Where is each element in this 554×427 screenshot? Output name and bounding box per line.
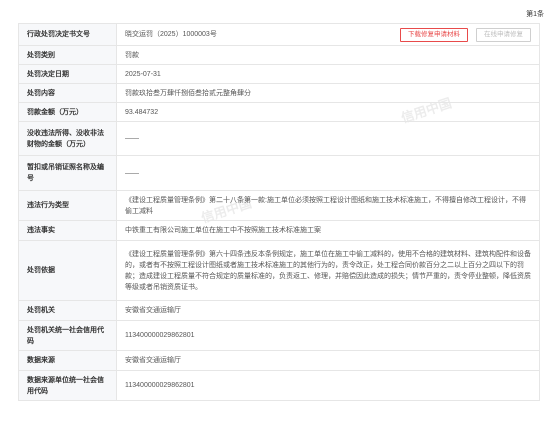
row-label: 处罚决定日期 [18,64,117,84]
table-row: 罚款金额（万元） 93.484732 [18,102,540,122]
row-label: 没收违法所得、没收非法财物的金额（万元） [18,121,117,156]
table-row: 暂扣或吊销证照名称及编号 —— [18,155,540,191]
table-row: 处罚依据 《建设工程质量管理条例》第六十四条违反本条例规定，施工单位在施工中偷工… [18,240,540,301]
table-row: 违法事实 中铁重工有限公司施工单位在施工中不按照施工技术标准施工案 [18,220,540,241]
row-value: 2025-07-31 [116,64,540,84]
table-row: 处罚决定日期 2025-07-31 [18,64,540,84]
decision-number: 晓交运罚（2025）1000003号 [125,31,217,38]
table-row: 没收违法所得、没收非法财物的金额（万元） —— [18,121,540,156]
row-label: 处罚依据 [18,240,117,301]
row-label: 暂扣或吊销证照名称及编号 [18,155,117,191]
table-row: 行政处罚决定书文号 晓交运罚（2025）1000003号 下载修复申请材料 在线… [18,23,540,46]
row-label: 罚款金额（万元） [18,102,117,122]
table-row: 处罚类别 罚款 [18,45,540,65]
row-value: 93.484732 [116,102,540,122]
row-value: 安徽省交通运输厅 [116,350,540,371]
row-value: 中铁重工有限公司施工单位在施工中不按照施工技术标准施工案 [116,220,540,241]
table-row: 违法行为类型 《建设工程质量管理条例》第二十八条第一款:施工单位必须按照工程设计… [18,190,540,221]
row-value: —— [116,155,540,191]
row-value: 113400000029862801 [116,320,540,351]
table-row: 数据来源单位统一社会信用代码 113400000029862801 [18,370,540,401]
row-label: 数据来源单位统一社会信用代码 [18,370,117,401]
row-value: 罚款 [116,45,540,65]
online-repair-apply-button[interactable]: 在线申请修复 [476,27,531,42]
row-value: 罚款玖拾叁万肆仟捌佰叁拾贰元整角肆分 [116,83,540,103]
row-value: 113400000029862801 [116,370,540,401]
table-row: 处罚机关 安徽省交通运输厅 [18,300,540,321]
row-label: 处罚机关统一社会信用代码 [18,320,117,351]
row-value: 安徽省交通运输厅 [116,300,540,321]
row-label: 处罚内容 [18,83,117,103]
row-value: 《建设工程质量管理条例》第二十八条第一款:施工单位必须按照工程设计图纸和施工技术… [116,190,540,221]
row-label: 违法事实 [18,220,117,241]
row-label: 处罚机关 [18,300,117,321]
row-label: 行政处罚决定书文号 [18,23,117,46]
row-value: —— [116,121,540,156]
table-row: 处罚内容 罚款玖拾叁万肆仟捌佰叁拾贰元整角肆分 [18,83,540,103]
row-label: 违法行为类型 [18,190,117,221]
record-counter: 第1条 [526,11,544,18]
row-label: 处罚类别 [18,45,117,65]
table-row: 数据来源 安徽省交通运输厅 [18,350,540,371]
penalty-detail-table: 行政处罚决定书文号 晓交运罚（2025）1000003号 下载修复申请材料 在线… [18,23,540,401]
row-label: 数据来源 [18,350,117,371]
download-repair-materials-button[interactable]: 下载修复申请材料 [400,27,468,42]
table-row: 处罚机关统一社会信用代码 113400000029862801 [18,320,540,351]
row-value: 《建设工程质量管理条例》第六十四条违反本条例规定，施工单位在施工中偷工减料的，使… [116,240,540,301]
row-value: 晓交运罚（2025）1000003号 下载修复申请材料 在线申请修复 [116,23,540,46]
